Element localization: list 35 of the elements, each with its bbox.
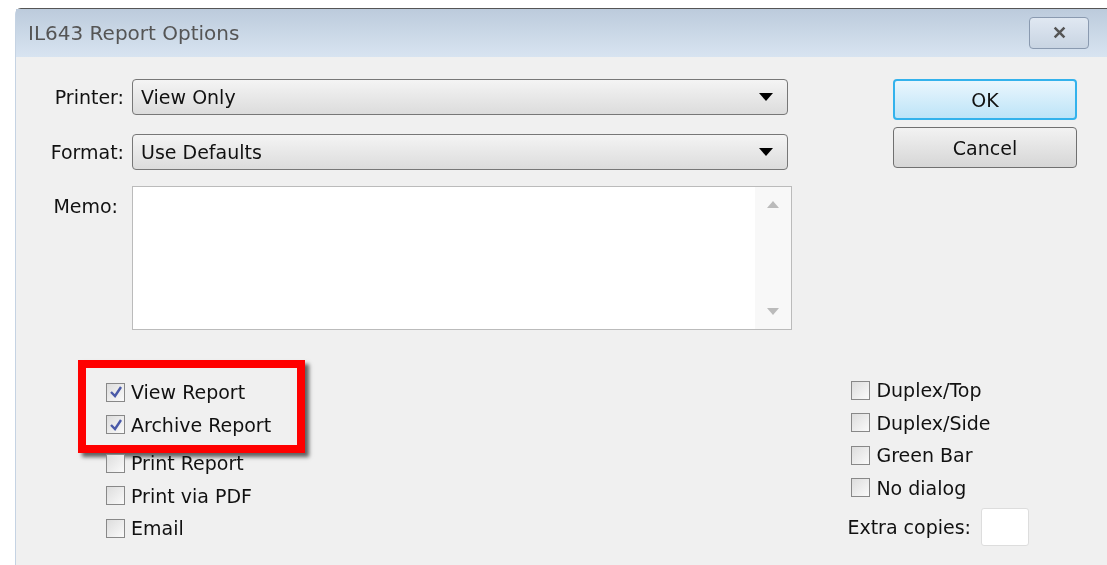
checkbox-option[interactable]: View Report [106,376,272,409]
checkbox-option[interactable]: Green Bar [851,439,1029,472]
dialog-button[interactable]: Cancel [893,127,1077,168]
checkbox[interactable] [106,415,125,435]
close-button[interactable]: ✕ [1029,17,1089,49]
checkbox-option[interactable]: Duplex/Side [851,406,1029,439]
checkbox[interactable] [106,382,125,402]
field-label: Format: [49,141,124,163]
dropdown[interactable]: View Only [132,79,788,115]
checkbox[interactable] [851,478,871,498]
memo-field[interactable] [132,186,792,330]
extra-copies-label: Extra copies: [847,516,971,538]
checkbox[interactable] [851,445,871,465]
checkbox-option[interactable]: No dialog [851,471,1029,504]
checkbox[interactable] [106,486,125,506]
checkbox-option[interactable]: Email [106,512,306,545]
window-title: IL643 Report Options [28,21,240,45]
caret-icon [759,93,773,101]
caret-icon [759,148,773,156]
dropdown[interactable]: Use Defaults [132,134,788,170]
checkbox[interactable] [106,518,125,538]
dialog-button[interactable]: OK [893,79,1077,120]
checkbox-option[interactable]: Print Report [106,447,306,480]
checkbox-option[interactable]: Archive Report [106,408,272,441]
copies-field[interactable] [981,508,1029,546]
scroll-down-icon[interactable] [767,308,779,315]
checkbox[interactable] [851,380,871,400]
checkbox-option[interactable]: Duplex/Top [851,374,1029,407]
checkbox[interactable] [851,413,871,433]
field-label: Printer: [53,86,124,108]
field-label: Memo: [52,194,119,217]
scrollbar[interactable] [755,187,791,329]
scroll-up-icon[interactable] [767,201,779,208]
checkbox[interactable] [106,453,125,473]
checkbox-option[interactable]: Print via PDF [106,479,306,512]
